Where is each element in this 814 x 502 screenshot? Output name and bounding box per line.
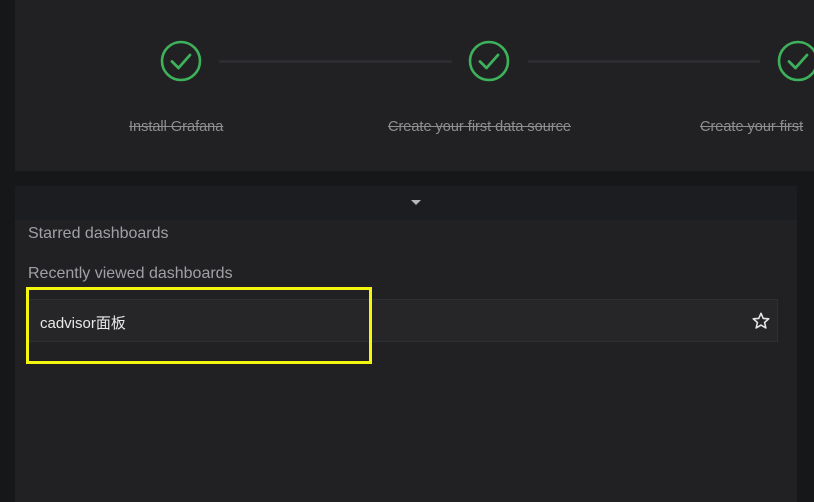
dashboard-list-panel: Starred dashboards Recently viewed dashb…	[15, 186, 797, 502]
step-label: Create your first	[700, 119, 804, 135]
dashboard-item-cadvisor[interactable]: cadvisor面板	[28, 299, 778, 342]
step-label: Install Grafana	[129, 119, 224, 135]
check-circle-icon	[777, 40, 814, 82]
check-circle-icon	[468, 40, 510, 82]
check-circle-icon	[160, 40, 202, 82]
step-connector	[219, 60, 452, 63]
starred-dashboards-title: Starred dashboards	[28, 225, 169, 242]
panel-header[interactable]	[15, 186, 797, 220]
star-outline-icon[interactable]	[751, 311, 771, 331]
step-connector	[528, 60, 760, 63]
recent-dashboards-title: Recently viewed dashboards	[28, 265, 233, 282]
dashboard-item-label[interactable]: cadvisor面板	[40, 312, 126, 333]
step-label: Create your first data source	[388, 119, 571, 135]
grafana-home: Install Grafana Create your first data s…	[0, 0, 814, 502]
caret-down-icon[interactable]	[411, 200, 421, 205]
getting-started-panel: Install Grafana Create your first data s…	[15, 0, 814, 171]
